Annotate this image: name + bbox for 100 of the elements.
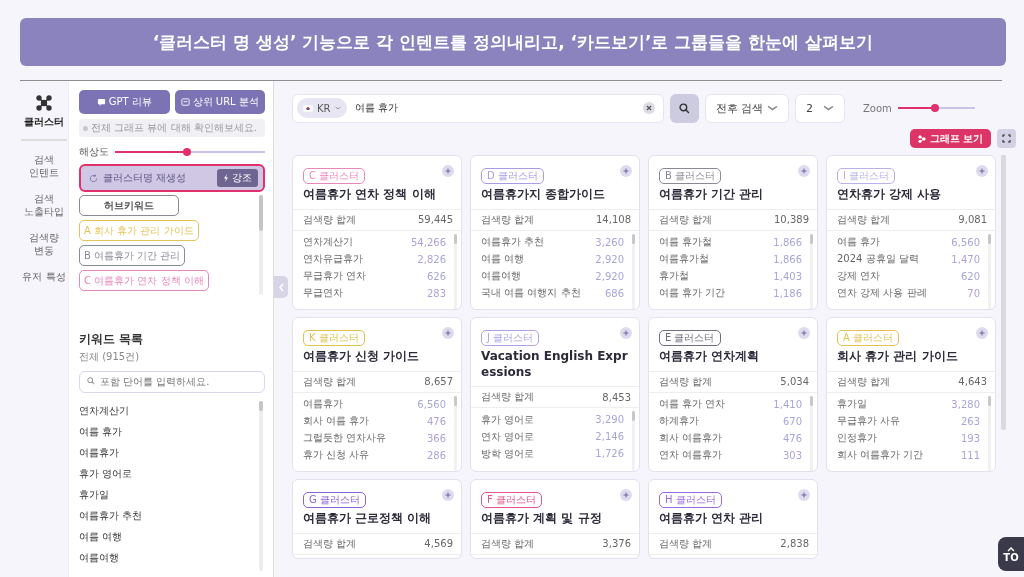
keyword-item[interactable]: 여름여행	[79, 547, 259, 569]
search-mode-dropdown[interactable]: 전후 검색	[705, 93, 789, 123]
cluster-tag: I 클러스터	[837, 168, 896, 184]
keyword-text: 여름휴가철	[659, 252, 709, 267]
sum-label: 검색량 합계	[837, 212, 891, 227]
nav-item[interactable]: 검색 노출타입	[21, 191, 67, 219]
keyword-search-field[interactable]: 포함 단어를 입력하세요.	[79, 370, 265, 393]
sum-label: 검색량 합계	[659, 374, 713, 389]
keyword-text: 하계휴가	[659, 414, 699, 429]
add-button[interactable]	[976, 327, 988, 339]
cluster-chip[interactable]: 허브키워드	[79, 195, 179, 216]
sum-label: 검색량 합계	[481, 390, 535, 405]
flag-icon	[303, 104, 313, 112]
scrollbar-thumb[interactable]	[259, 400, 263, 411]
add-button[interactable]	[620, 327, 632, 339]
analysis-button[interactable]: 상위 URL 분석	[174, 90, 265, 114]
plus-icon	[445, 168, 451, 174]
volume-value: 1,470	[951, 253, 980, 265]
keyword-text: 여름 여행	[481, 252, 525, 267]
scrollbar-thumb[interactable]	[454, 233, 457, 244]
add-button[interactable]	[442, 165, 454, 177]
depth-dropdown[interactable]: 2	[795, 93, 845, 123]
add-button[interactable]	[620, 165, 632, 177]
keyword-text: 여름 휴가 기간	[659, 286, 726, 301]
scrollbar-thumb[interactable]	[988, 233, 991, 244]
scrollbar-thumb[interactable]	[1001, 155, 1006, 430]
card-title: 여름휴가 기간 관리	[659, 187, 765, 203]
caret-icon	[823, 105, 834, 111]
add-button[interactable]	[620, 489, 632, 501]
sum-value: 8,453	[602, 391, 631, 403]
cluster-chip[interactable]: B 여름휴가 기간 관리	[79, 245, 186, 266]
add-button[interactable]	[442, 327, 454, 339]
keyword-text: 여름여행	[481, 269, 521, 284]
keyword-text: 2024 공휴일 달력	[837, 252, 919, 267]
search-input[interactable]: 여름 휴가	[352, 101, 637, 115]
keyword-item[interactable]: 여름휴가 추천	[79, 505, 259, 527]
keyword-text: 회사 여름휴가	[659, 431, 723, 446]
scrollbar-thumb[interactable]	[810, 395, 813, 406]
cluster-card[interactable]: D 클러스터 여름휴가지 종합가이드 검색량 합계 14,108 여름휴가 추천 3,260 여름 여행 2,920 여름여행 2,920 국내 여름 여행지 추천 686	[470, 155, 640, 310]
plus-icon	[979, 330, 985, 336]
keyword-item[interactable]: 여름 여행	[79, 526, 259, 548]
info-icon	[83, 125, 88, 131]
cluster-card[interactable]: G 클러스터 여름휴가 근로정책 이해 검색량 합계 4,569	[292, 479, 462, 559]
volume-value: 2,920	[595, 253, 624, 265]
volume-value: 2,920	[595, 270, 624, 282]
scrollbar-thumb[interactable]	[454, 395, 457, 406]
cluster-tag: B 클러스터	[659, 168, 722, 184]
scrollbar-thumb[interactable]	[632, 233, 635, 244]
nav-item[interactable]: 유저 특성	[21, 269, 67, 283]
cluster-card[interactable]: K 클러스터 여름휴가 신청 가이드 검색량 합계 8,657 여름휴가 6,560 회사 여름 휴가 476 그럴듯한 연차사유 366 휴가 신청 사유 286	[292, 317, 462, 472]
nav-item[interactable]: 검색 인텐트	[21, 152, 67, 180]
cluster-card[interactable]: B 클러스터 여름휴가 기간 관리 검색량 합계 10,389 여름 휴가철 1,866 여름휴가철 1,866 휴가철 1,403 여름 휴가 기간 1,186	[648, 155, 818, 310]
country-select[interactable]: KR	[297, 98, 347, 118]
search-field[interactable]: KR 여름 휴가	[292, 93, 664, 123]
fullscreen-button[interactable]	[997, 129, 1016, 148]
scrollbar-thumb[interactable]	[632, 411, 635, 422]
keyword-item[interactable]: 여름 휴가	[79, 421, 259, 443]
graph-view-button[interactable]: 그래프 보기	[909, 129, 991, 148]
cluster-card[interactable]: I 클러스터 연차휴가 강제 사용 검색량 합계 9,081 여름 휴가 6,560 2024 공휴일 달력 1,470 강제 연차 620 연차 강제 사용 판례 70	[826, 155, 996, 310]
slider-thumb[interactable]	[183, 148, 191, 156]
cluster-card[interactable]: J 클러스터 Vacation English Expressions 검색량 합계 8,453 휴가 영어로 3,290 연차 영어로 2,146 방학 영어로 1,726	[470, 317, 640, 472]
add-button[interactable]	[976, 165, 988, 177]
keyword-text: 연차유급휴가	[303, 252, 363, 267]
add-button[interactable]	[798, 327, 810, 339]
scrollbar-thumb[interactable]	[988, 395, 991, 406]
clear-button[interactable]	[643, 102, 655, 114]
cluster-card[interactable]: H 클러스터 여름휴가 연차 관리 검색량 합계 2,838	[648, 479, 818, 559]
keyword-text: 인정휴가	[837, 431, 877, 446]
nav-item[interactable]: 검색량 변동	[21, 230, 67, 258]
slider-thumb[interactable]	[930, 104, 939, 113]
cluster-card[interactable]: C 클러스터 여름휴가 연차 정책 이해 검색량 합계 59,445 연차계산기 54,266 연차유급휴가 2,826 무급휴가 연차 626 무급연차 283	[292, 155, 462, 310]
chevron-left-icon	[277, 282, 285, 292]
sum-label: 검색량 합계	[303, 374, 357, 389]
keyword-item[interactable]: 여름휴가	[79, 442, 259, 464]
volume-value: 193	[960, 432, 980, 444]
keyword-item[interactable]: 휴가일	[79, 484, 259, 506]
review-button[interactable]: GPT 리뷰	[79, 90, 170, 114]
scrollbar-thumb[interactable]	[810, 233, 813, 244]
add-button[interactable]	[798, 165, 810, 177]
cluster-tag: K 클러스터	[303, 330, 365, 346]
cluster-tag: H 클러스터	[659, 492, 722, 508]
cluster-card[interactable]: F 클러스터 여름휴가 계획 및 규정 검색량 합계 3,376	[470, 479, 640, 559]
cluster-card[interactable]: E 클러스터 여름휴가 연차계획 검색량 합계 5,034 여름 휴가 연차 1,410 하계휴가 670 회사 여름휴가 476 연차 여름휴가 303	[648, 317, 818, 472]
caret-icon	[334, 106, 341, 110]
card-title: 여름휴가 연차 정책 이해	[303, 187, 437, 203]
scrollbar-thumb[interactable]	[259, 195, 263, 231]
keyword-item[interactable]: 연차계산기	[79, 400, 259, 422]
keyword-item[interactable]: 휴가 영어로	[79, 463, 259, 485]
search-button[interactable]	[670, 93, 699, 123]
plus-icon	[623, 168, 629, 174]
volume-value: 303	[782, 449, 802, 461]
keyword-text: 연차 여름휴가	[659, 448, 723, 463]
emphasis-button[interactable]: 강조	[217, 169, 258, 187]
volume-value: 263	[960, 415, 980, 427]
volume-value: 670	[782, 415, 802, 427]
top-button[interactable]: TO	[998, 537, 1024, 571]
cluster-card[interactable]: A 클러스터 회사 휴가 관리 가이드 검색량 합계 4,643 휴가일 3,280 무급휴가 사유 263 인정휴가 193 회사 여름휴가 기간 111	[826, 317, 996, 472]
card-title: 여름휴가 근로정책 이해	[303, 511, 433, 527]
add-button[interactable]	[798, 489, 810, 501]
add-button[interactable]	[442, 489, 454, 501]
